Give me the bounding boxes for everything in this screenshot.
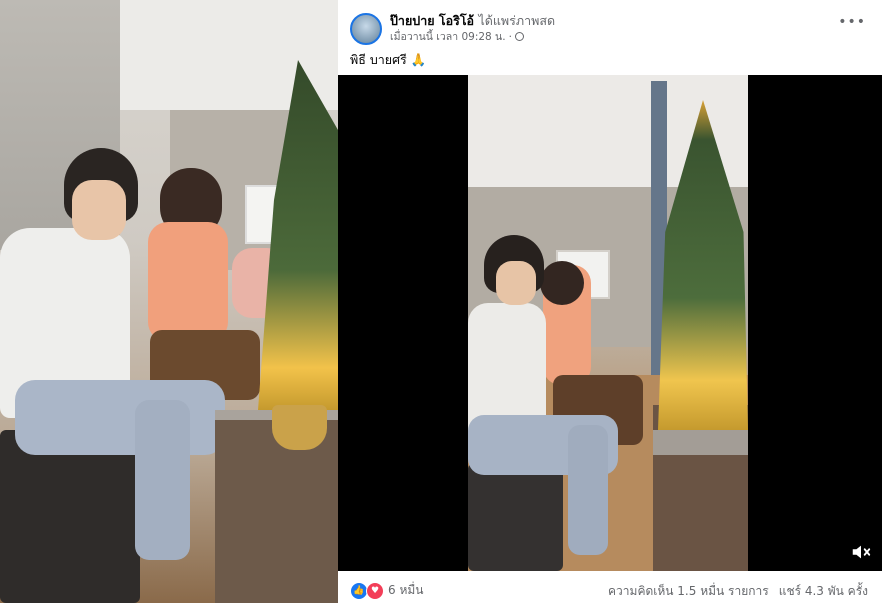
engagement-counts: ความคิดเห็น 1.5 หมื่น รายการ แชร์ 4.3 พั… — [608, 582, 868, 601]
video-table-top — [653, 430, 748, 455]
globe-icon[interactable] — [514, 32, 524, 41]
video-frame — [468, 75, 748, 571]
video-person-face — [496, 261, 536, 305]
facebook-post: ป๊ายปาย โอริโอ้ ได้แพร่ภาพสด เมื่อวานนี้… — [338, 0, 882, 603]
love-reaction-icon: ♥ — [366, 581, 384, 600]
reaction-count: 6 หมื่น — [388, 583, 424, 597]
left-background-photo — [0, 0, 338, 603]
post-action: ได้แพร่ภาพสด — [478, 13, 556, 28]
muted-speaker-icon[interactable] — [850, 541, 872, 563]
author-name[interactable]: ป๊ายปาย โอริโอ้ — [390, 13, 474, 28]
comments-count[interactable]: ความคิดเห็น 1.5 หมื่น รายการ — [608, 582, 769, 601]
video-woman-head — [540, 261, 584, 305]
photo-person-face — [72, 180, 126, 240]
photo-sofa — [0, 430, 140, 603]
post-timestamp[interactable]: เมื่อวานนี้ เวลา 09:28 น. — [390, 28, 506, 45]
photo-person-leg — [135, 400, 190, 560]
more-options-icon[interactable]: ••• — [838, 14, 866, 30]
post-meta: เมื่อวานนี้ เวลา 09:28 น. · — [390, 28, 524, 45]
post-footer: 👍 ♥ 6 หมื่น ความคิดเห็น 1.5 หมื่น รายการ… — [338, 574, 882, 603]
reactions-summary[interactable]: 👍 ♥ 6 หมื่น — [350, 581, 423, 600]
photo-woman-body — [148, 222, 228, 342]
author-avatar[interactable] — [350, 13, 382, 45]
video-sofa — [468, 463, 563, 571]
photo-person-jeans — [15, 380, 225, 455]
video-person-leg — [568, 425, 608, 555]
meta-separator: · — [508, 30, 512, 43]
shares-count[interactable]: แชร์ 4.3 พัน ครั้ง — [779, 582, 868, 601]
photo-table — [215, 420, 338, 603]
video-player[interactable] — [338, 75, 882, 571]
post-caption: พิธี บายศรี 🙏 — [350, 52, 427, 67]
photo-golden-vase — [272, 405, 327, 450]
